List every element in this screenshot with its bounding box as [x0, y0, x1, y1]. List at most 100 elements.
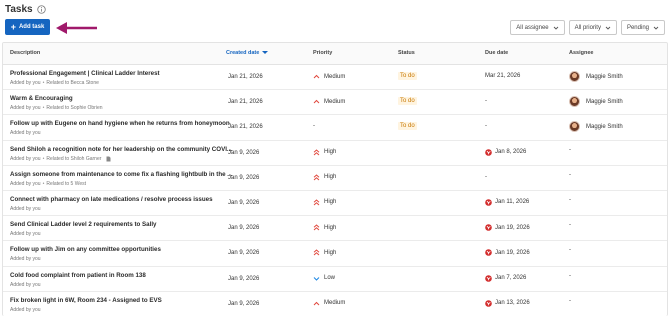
- table-row[interactable]: Cold food complaint from patient in Room…: [3, 267, 667, 292]
- priority-label: Medium: [324, 98, 346, 105]
- separator-dot: •: [42, 105, 45, 112]
- priority-cell: -: [313, 123, 315, 129]
- due-date: Jan 11, 2026: [495, 199, 530, 206]
- task-title[interactable]: Follow up with Eugene on hand hygiene wh…: [10, 120, 230, 127]
- separator-dot: •: [42, 155, 45, 162]
- add-task-button[interactable]: + Add task: [5, 19, 50, 35]
- table-body: Professional Engagement | Clinical Ladde…: [3, 65, 667, 316]
- table-row[interactable]: Connect with pharmacy on late medication…: [3, 191, 667, 217]
- assignee-name: -: [569, 196, 571, 203]
- chevron-up-icon: [313, 99, 320, 104]
- assignee-name: -: [569, 272, 571, 279]
- table-row[interactable]: Professional Engagement | Clinical Ladde…: [3, 65, 667, 91]
- created-date: Jan 9, 2026: [228, 225, 260, 232]
- due-date-cell: Jan 7, 2026: [485, 274, 527, 282]
- task-title[interactable]: Assign someone from maintenance to come …: [10, 171, 232, 178]
- due-date: Jan 19, 2026: [495, 224, 530, 231]
- added-by: Added by you: [10, 281, 41, 288]
- overdue-alert-icon: [485, 249, 492, 257]
- priority-filter[interactable]: All priority: [568, 20, 617, 35]
- task-title[interactable]: Warm & Encouraging: [10, 95, 73, 102]
- related-to: Related to 5 West: [46, 180, 87, 187]
- due-date: -: [485, 173, 487, 180]
- task-title[interactable]: Follow up with Jim on any committee oppo…: [10, 246, 161, 253]
- column-header-assignee[interactable]: Assignee: [569, 50, 593, 56]
- assignee-name: Maggie Smith: [586, 123, 623, 130]
- priority-cell: Low: [313, 275, 335, 282]
- task-meta: Added by you • Related to Shiloh Garner: [10, 156, 111, 162]
- task-title[interactable]: Send Clinical Ladder level 2 requirement…: [10, 221, 157, 228]
- sort-descending-icon: [262, 51, 269, 55]
- task-meta: Added by you • Related to Becca Stone: [10, 80, 99, 86]
- avatar[interactable]: [569, 121, 580, 133]
- status-badge: To do: [398, 97, 417, 106]
- priority-label: Medium: [324, 300, 346, 307]
- table-row[interactable]: Follow up with Jim on any committee oppo…: [3, 241, 667, 267]
- assignee-cell: Maggie Smith: [569, 96, 623, 108]
- double-chevron-up-icon: [313, 174, 320, 181]
- assignee-cell: -: [569, 172, 571, 178]
- due-date: -: [485, 123, 487, 130]
- priority-cell: High: [313, 174, 336, 181]
- task-title[interactable]: Professional Engagement | Clinical Ladde…: [10, 70, 160, 77]
- assignee-cell: -: [569, 273, 571, 279]
- double-chevron-up-icon: [313, 148, 320, 155]
- column-header-priority[interactable]: Priority: [313, 50, 332, 56]
- tasks-table: Description Created date Priority Status…: [2, 42, 668, 316]
- priority-label: High: [324, 249, 337, 256]
- created-date: Jan 21, 2026: [228, 124, 263, 131]
- task-title[interactable]: Send Shiloh a recognition note for her l…: [10, 146, 232, 153]
- avatar[interactable]: [569, 96, 580, 108]
- status-filter[interactable]: Pending: [620, 20, 665, 35]
- added-by: Added by you: [10, 256, 41, 263]
- priority-cell: High: [313, 199, 336, 206]
- due-date-cell: Jan 11, 2026: [485, 199, 529, 206]
- assignee-cell: Maggie Smith: [569, 71, 623, 82]
- table-row[interactable]: Assign someone from maintenance to come …: [3, 166, 667, 191]
- task-title[interactable]: Cold food complaint from patient in Room…: [10, 272, 146, 279]
- assignee-cell: -: [569, 247, 571, 253]
- due-date-cell: Jan 8, 2026: [485, 148, 527, 156]
- priority-cell: Medium: [313, 98, 345, 105]
- avatar[interactable]: [569, 71, 580, 82]
- table-row[interactable]: Send Clinical Ladder level 2 requirement…: [3, 216, 667, 242]
- page-title: Tasks: [5, 3, 33, 15]
- annotation-arrow-icon: [56, 22, 97, 34]
- overdue-alert-icon: [485, 224, 492, 231]
- overdue-alert-icon: [485, 148, 492, 156]
- table-row[interactable]: Fix broken light in 6W, Room 234 - Assig…: [3, 292, 667, 316]
- due-date: -: [485, 98, 487, 105]
- priority-cell: Medium: [313, 300, 345, 307]
- task-meta: Added by you • Related to Sophie Obrien: [10, 105, 103, 111]
- plus-icon: +: [10, 21, 16, 32]
- page-header: Tasks: [5, 2, 46, 16]
- table-row[interactable]: Follow up with Eugene on hand hygiene wh…: [3, 115, 667, 141]
- chevron-up-icon: [313, 74, 320, 79]
- added-by: Added by you: [10, 205, 41, 212]
- table-row[interactable]: Send Shiloh a recognition note for her l…: [3, 141, 667, 166]
- task-title[interactable]: Connect with pharmacy on late medication…: [10, 196, 213, 203]
- column-header-due-date[interactable]: Due date: [485, 50, 508, 56]
- task-meta: Added by you: [10, 130, 41, 136]
- due-date: Jan 7, 2026: [495, 275, 527, 281]
- assignee-filter[interactable]: All assignee: [510, 20, 565, 35]
- column-header-description[interactable]: Description: [10, 50, 40, 56]
- priority-cell: High: [313, 249, 336, 256]
- column-header-status[interactable]: Status: [398, 50, 415, 56]
- assignee-cell: -: [569, 197, 571, 203]
- related-to: Related to Becca Stone: [46, 80, 99, 86]
- table-row[interactable]: Warm & Encouraging Added by you • Related t…: [3, 90, 667, 116]
- assignee-name: -: [569, 222, 571, 229]
- separator-dot: •: [42, 80, 45, 86]
- task-title[interactable]: Fix broken light in 6W, Room 234 - Assig…: [10, 297, 162, 304]
- assignee-cell: -: [569, 222, 571, 228]
- added-by: Added by you: [10, 231, 41, 238]
- column-header-created-date[interactable]: Created date: [226, 50, 269, 56]
- due-date: Jan 8, 2026: [495, 149, 527, 156]
- priority-label: High: [324, 149, 337, 156]
- added-by: Added by you: [10, 130, 41, 137]
- overdue-alert-icon: [485, 274, 492, 282]
- info-icon[interactable]: [36, 4, 46, 14]
- priority-label: High: [324, 174, 337, 181]
- priority-label: Low: [324, 275, 336, 281]
